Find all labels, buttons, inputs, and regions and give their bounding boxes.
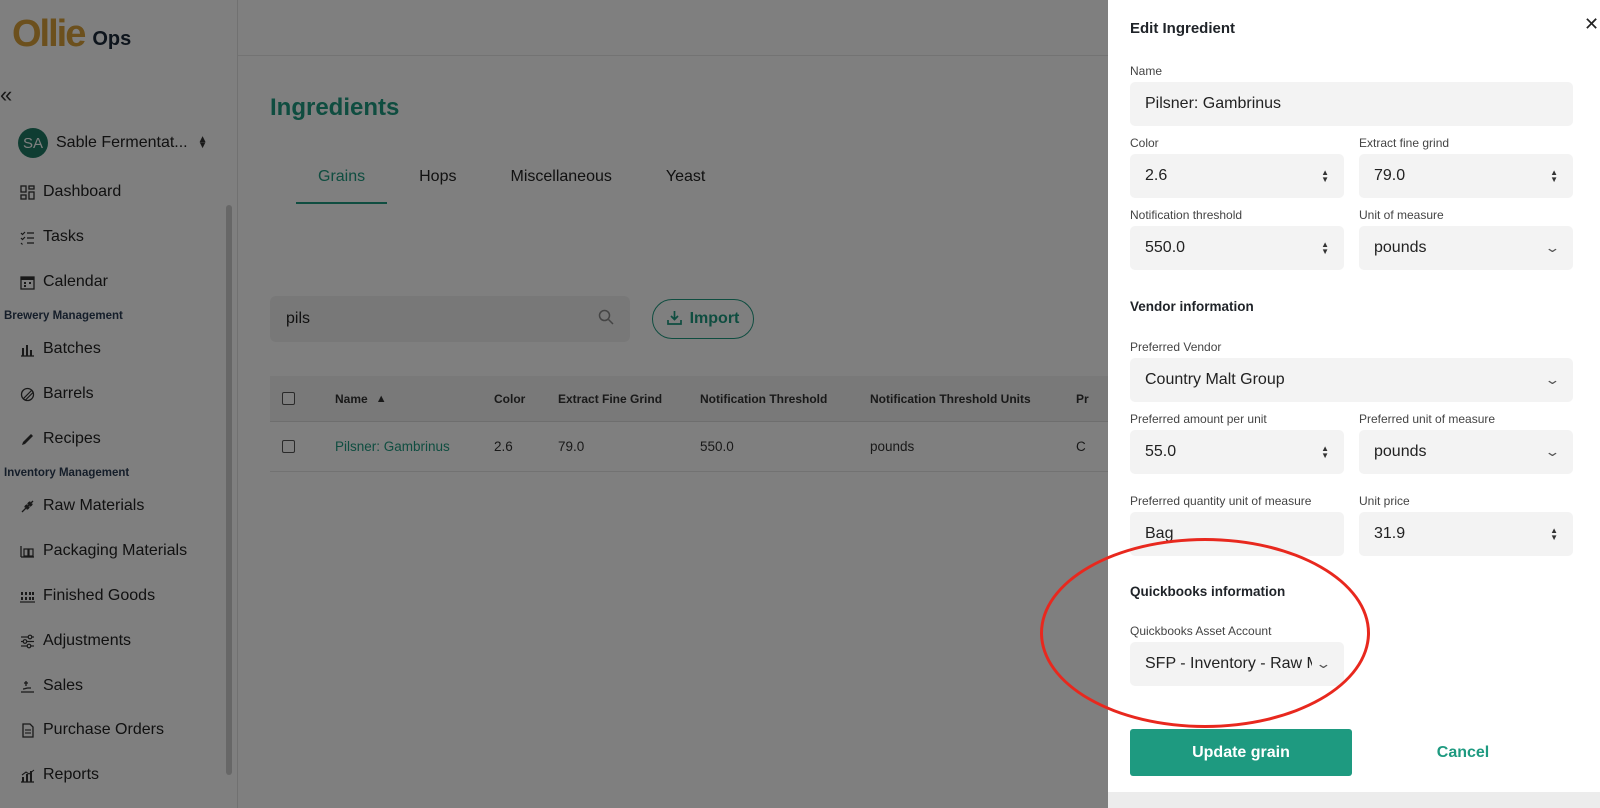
stepper-icon[interactable]: ▲ ▼: [1550, 527, 1558, 542]
stepper-icon[interactable]: ▲ ▼: [1321, 169, 1329, 184]
vendor-label: Preferred Vendor: [1130, 340, 1222, 354]
color-field[interactable]: 2.6 ▲ ▼: [1130, 154, 1344, 198]
extract-label: Extract fine grind: [1359, 136, 1450, 150]
threshold-field[interactable]: 550.0 ▲ ▼: [1130, 226, 1344, 270]
pref-uom-select[interactable]: pounds ⌄: [1359, 430, 1573, 474]
update-grain-button[interactable]: Update grain: [1130, 729, 1352, 776]
chevron-down-icon: ⌄: [1544, 444, 1561, 459]
chevron-down-icon: ⌄: [1544, 240, 1561, 255]
amount-field[interactable]: 55.0 ▲ ▼: [1130, 430, 1344, 474]
stepper-icon[interactable]: ▲ ▼: [1550, 169, 1558, 184]
price-field[interactable]: 31.9 ▲ ▼: [1359, 512, 1573, 556]
chevron-down-icon: ⌄: [1544, 372, 1561, 387]
highlight-annotation: [1040, 538, 1370, 728]
drawer-title: Edit Ingredient: [1130, 20, 1235, 37]
vendor-select[interactable]: Country Malt Group ⌄: [1130, 358, 1573, 402]
amount-label: Preferred amount per unit: [1130, 412, 1267, 426]
pref-uom-label: Preferred unit of measure: [1359, 412, 1496, 426]
price-label: Unit price: [1359, 494, 1410, 508]
close-icon[interactable]: ✕: [1584, 14, 1599, 35]
name-field[interactable]: Pilsner: Gambrinus: [1130, 82, 1573, 126]
stepper-icon[interactable]: ▲ ▼: [1321, 241, 1329, 256]
uom-label: Unit of measure: [1359, 208, 1444, 222]
extract-field[interactable]: 79.0 ▲ ▼: [1359, 154, 1573, 198]
threshold-label: Notification threshold: [1130, 208, 1243, 222]
color-label: Color: [1130, 136, 1159, 150]
qty-uom-label: Preferred quantity unit of measure: [1130, 494, 1312, 508]
name-label: Name: [1130, 64, 1163, 78]
cancel-button[interactable]: Cancel: [1398, 729, 1528, 776]
uom-select[interactable]: pounds ⌄: [1359, 226, 1573, 270]
stepper-icon[interactable]: ▲ ▼: [1321, 445, 1329, 460]
vendor-section-title: Vendor information: [1130, 299, 1254, 314]
drawer-footer-edge: [1108, 792, 1600, 808]
